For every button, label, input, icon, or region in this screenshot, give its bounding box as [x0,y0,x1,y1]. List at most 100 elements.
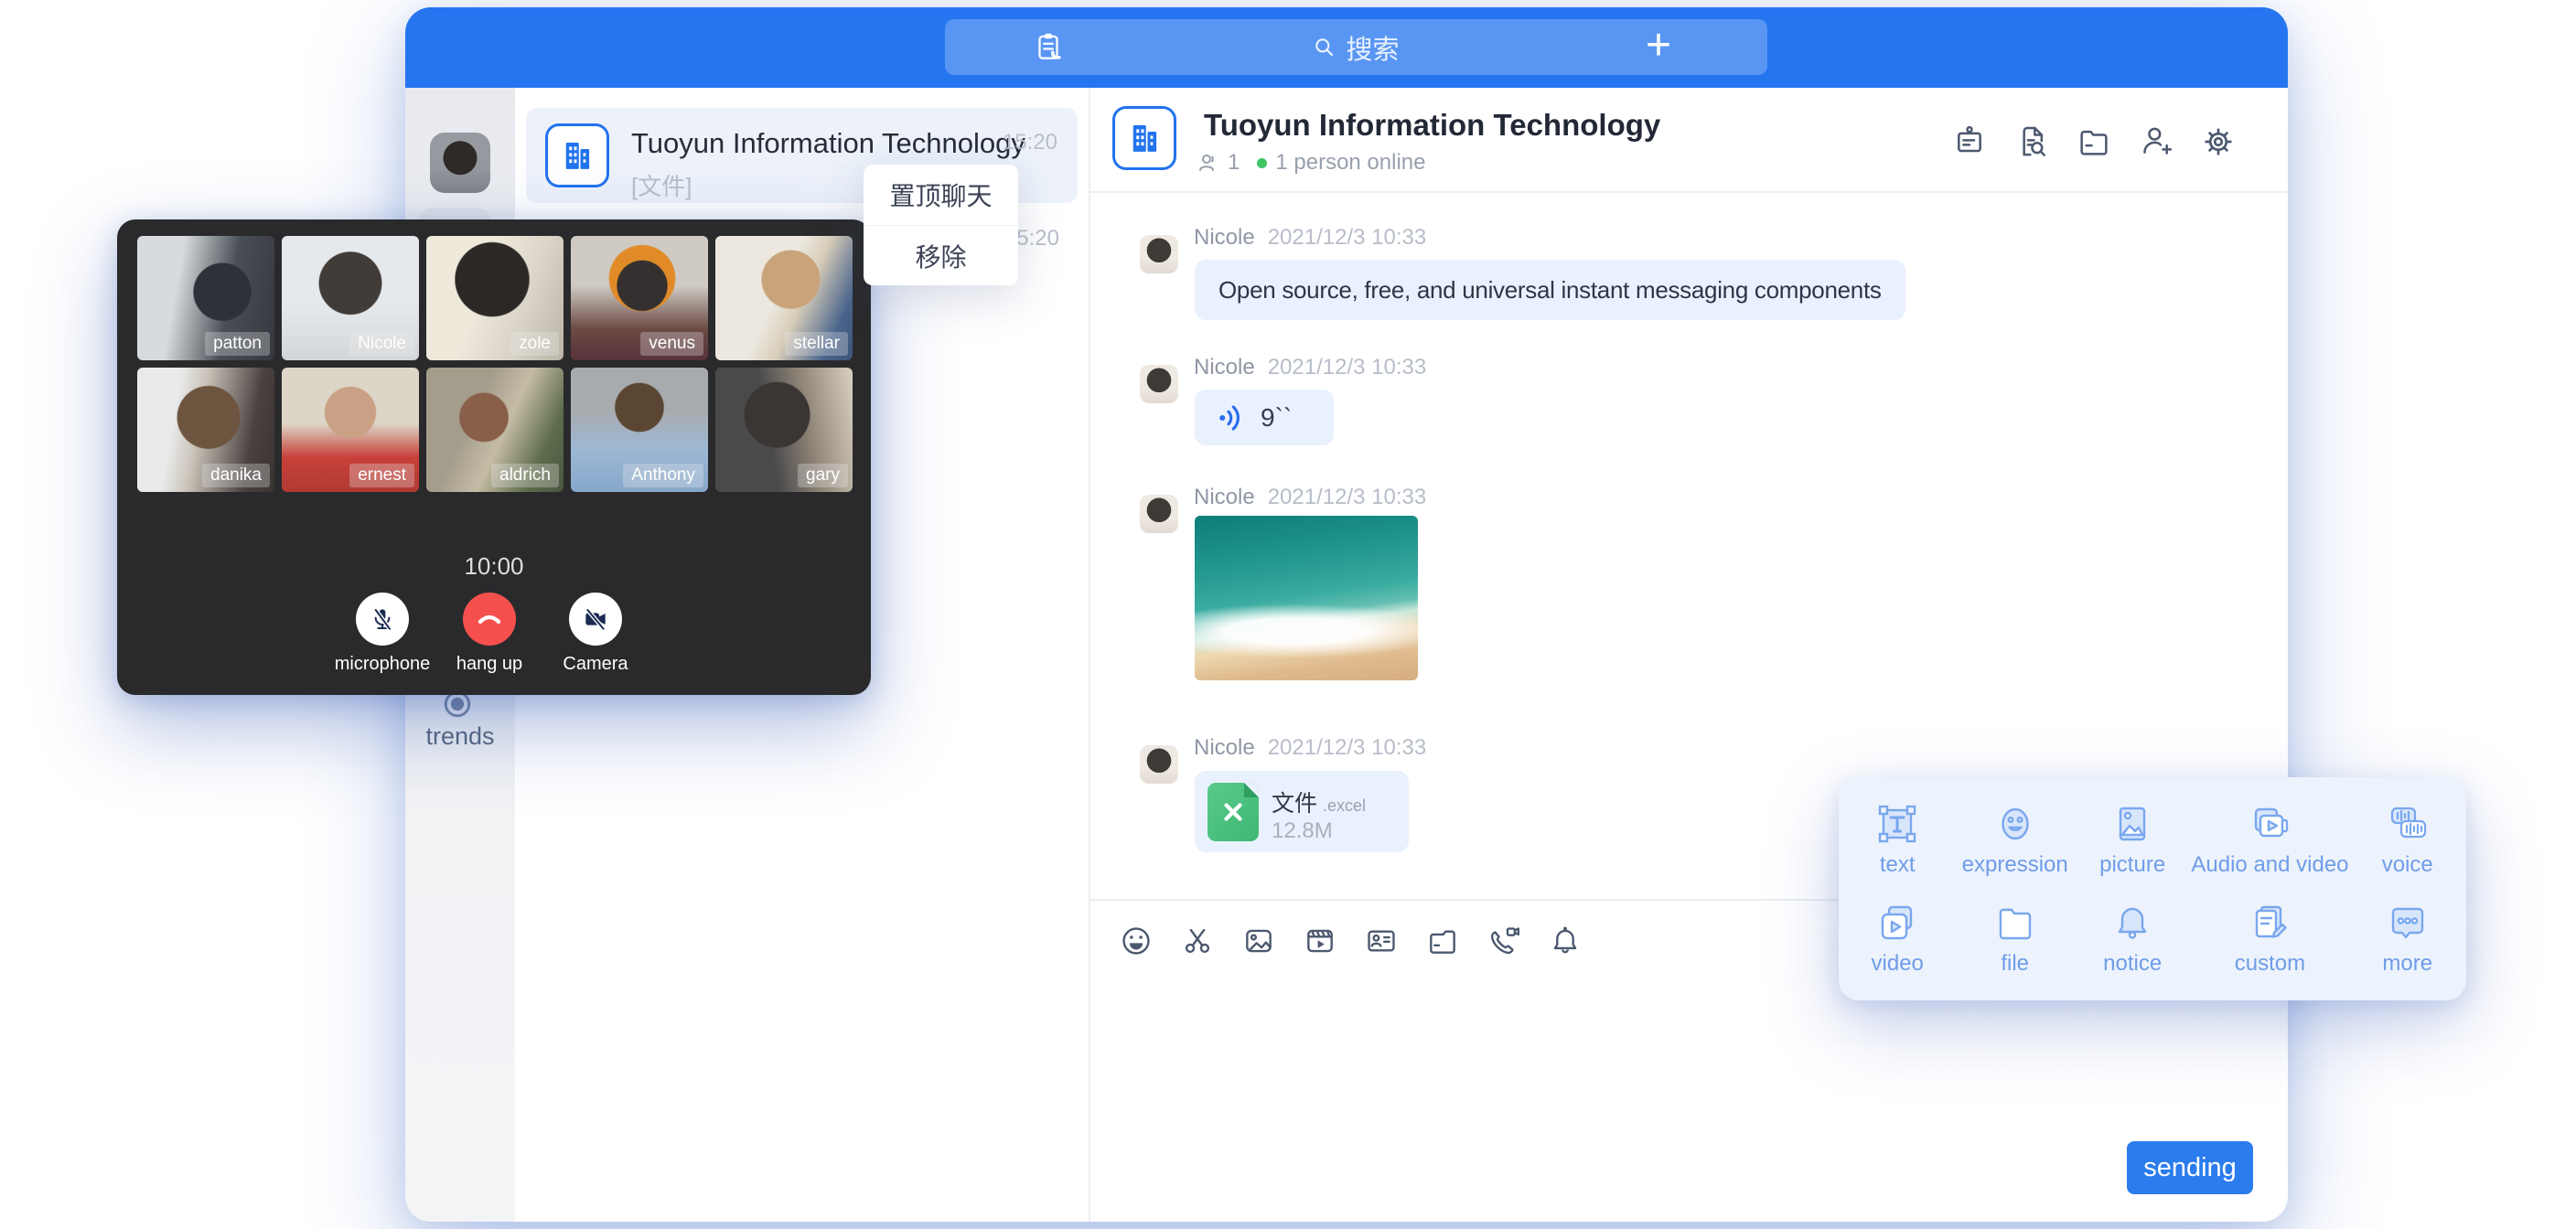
sender-name: Nicole [1194,355,1255,380]
announcement-icon[interactable] [1951,123,1988,160]
participant-name: aldrich [491,464,559,487]
send-button[interactable]: sending [2127,1141,2253,1194]
camera-control: Camera [518,593,673,675]
control-label: Camera [518,654,673,675]
more-icon [2386,901,2430,945]
file-message[interactable]: 文件.excel 12.8M [1195,771,1409,852]
option-text[interactable]: text [1839,790,1956,889]
video-option-icon [1875,901,1919,945]
option-label: voice [2382,852,2433,878]
search-bar[interactable]: 搜索 + [945,19,1767,75]
excel-file-icon [1208,783,1259,841]
message-meta: Nicole 2021/12/3 10:33 [1194,485,1426,510]
video-tile: ernest [282,368,419,492]
option-picture[interactable]: picture [2074,790,2191,889]
option-file[interactable]: file [1956,889,2073,988]
text-message: Open source, free, and universal instant… [1195,260,1905,320]
chat-title: Tuoyun Information Technology [1204,108,1660,143]
option-more[interactable]: more [2349,889,2466,988]
video-tile: gary [715,368,853,492]
menu-item-pin-chat[interactable]: 置顶聊天 [864,165,1018,225]
contact-card-icon[interactable] [1361,921,1401,961]
search-input[interactable]: 搜索 [945,19,1767,75]
chat-panel: Tuoyun Information Technology 1 1 person… [1090,88,2288,1222]
conversation-time: 15:20 [1003,130,1057,155]
message-meta: Nicole 2021/12/3 10:33 [1194,355,1426,380]
notification-icon[interactable] [1545,921,1585,961]
participant-name: stellar [785,332,848,356]
picture-icon[interactable] [1239,921,1279,961]
group-avatar [545,123,609,187]
option-label: video [1872,951,1924,977]
custom-icon [2248,901,2292,945]
av-call-icon[interactable] [1484,921,1524,961]
video-tile: aldrich [426,368,564,492]
option-label: more [2382,951,2432,977]
sender-name: Nicole [1194,485,1255,510]
voice-icon [2386,802,2430,846]
voice-message[interactable]: 9`` [1195,390,1334,445]
menu-item-remove[interactable]: 移除 [864,225,1018,285]
microphone-button[interactable] [356,593,409,646]
folder-icon[interactable] [1422,921,1463,961]
option-label: Audio and video [2191,852,2348,878]
camera-button[interactable] [569,593,622,646]
building-icon [558,136,596,175]
add-member-icon[interactable] [2138,123,2174,160]
sidebar-item-trends[interactable]: trends [405,722,515,751]
file-option-icon [1993,901,2037,945]
hangup-icon [474,604,505,635]
user-avatar[interactable] [430,133,490,193]
text-icon [1875,802,1919,846]
picture-icon [2110,802,2154,846]
video-call-window: patton Nicole zole venus stellar danika … [117,219,871,695]
video-tile: danika [137,368,274,492]
message-type-panel: text expression picture [1839,777,2466,1000]
avatar[interactable] [1140,495,1178,533]
emoji-icon[interactable] [1116,921,1156,961]
participant-name: danika [202,464,270,487]
file-size: 12.8M [1272,818,1333,844]
conversation-context-menu: 置顶聊天 移除 [864,165,1018,285]
message-time: 2021/12/3 10:33 [1268,225,1427,251]
avatar[interactable] [1140,745,1178,784]
camera-muted-icon [581,604,610,634]
option-voice[interactable]: voice [2349,790,2466,889]
option-label: custom [2235,951,2305,977]
message-time: 2021/12/3 10:33 [1268,355,1427,380]
option-label: text [1880,852,1916,878]
screenshot-icon[interactable] [1177,921,1218,961]
group-file-icon[interactable] [2076,123,2112,160]
participant-grid: patton Nicole zole venus stellar danika … [137,236,853,492]
message-meta: Nicole 2021/12/3 10:33 [1194,225,1426,251]
option-custom[interactable]: custom [2191,889,2348,988]
avatar[interactable] [1140,365,1178,403]
option-expression[interactable]: expression [1956,790,2073,889]
conversation-title: Tuoyun Information Technology [631,127,1025,160]
participant-name: venus [640,332,703,356]
settings-icon[interactable] [2200,123,2237,160]
online-status: 1 person online [1275,150,1425,176]
search-icon [1313,36,1336,59]
chat-header-actions [1951,123,2237,160]
chat-header: Tuoyun Information Technology 1 1 person… [1090,88,2288,193]
online-dot [1257,158,1267,168]
member-icon [1197,152,1219,174]
message-meta: Nicole 2021/12/3 10:33 [1194,735,1426,761]
sender-name: Nicole [1194,735,1255,761]
file-ext: .excel [1323,796,1366,815]
image-message[interactable] [1195,516,1418,680]
chat-record-search-icon[interactable] [2013,123,2050,160]
video-tile: venus [571,236,708,360]
hangup-button[interactable] [463,593,516,646]
video-icon[interactable] [1300,921,1340,961]
option-audio-video[interactable]: Audio and video [2191,790,2348,889]
avatar[interactable] [1140,235,1178,273]
participant-name: patton [205,332,270,356]
participant-name: ernest [349,464,414,487]
video-tile: zole [426,236,564,360]
file-name: 文件.excel [1272,785,1366,818]
option-notice[interactable]: notice [2074,889,2191,988]
plus-icon[interactable]: + [1646,17,1671,73]
option-video[interactable]: video [1839,889,1956,988]
